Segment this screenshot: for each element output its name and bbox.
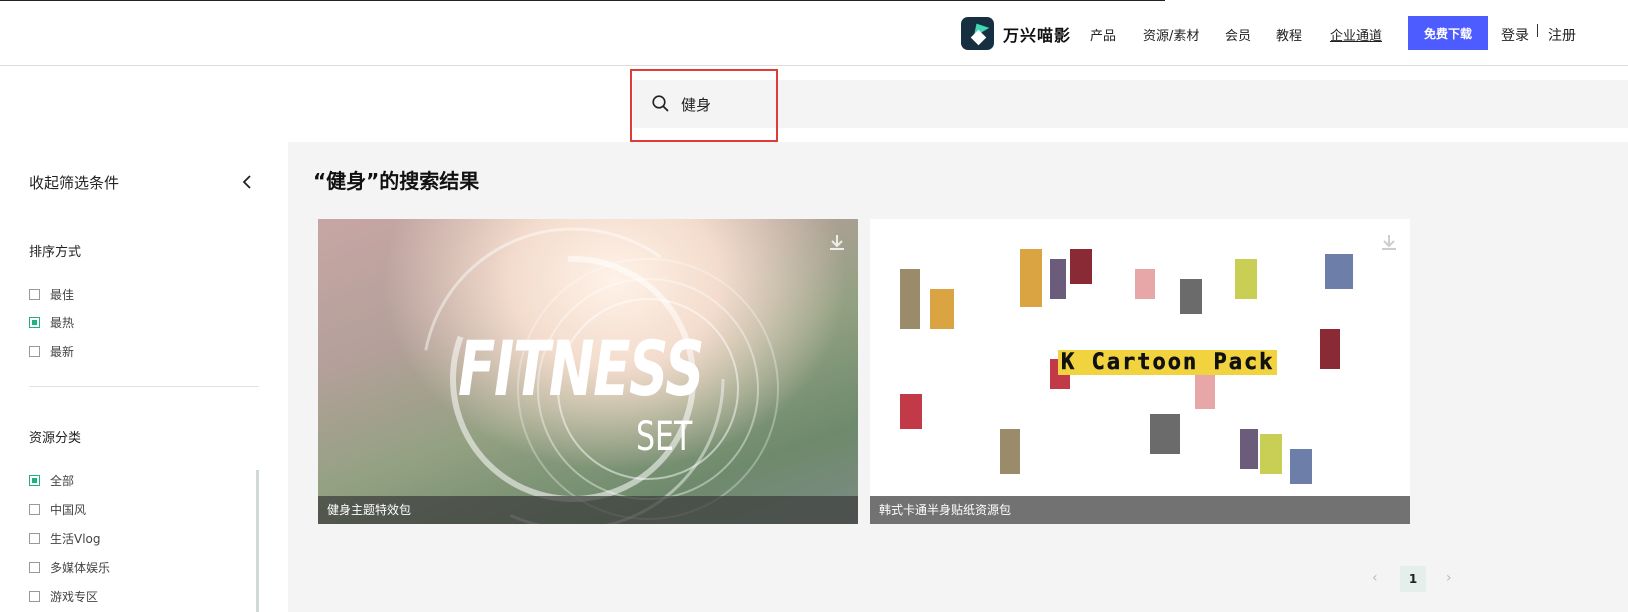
sort-option-label: 最佳 [50,288,75,302]
checkbox[interactable] [29,346,40,357]
checkbox[interactable] [29,562,40,573]
free-download-button[interactable]: 免费下载 [1408,16,1488,50]
category-option-label: 全部 [50,474,75,488]
download-icon[interactable] [1378,231,1400,253]
result-card-cartoon[interactable]: K Cartoon Pack 韩式卡通半身贴纸资源包 [870,219,1410,524]
top-border-line [0,0,1165,1]
checkbox[interactable] [29,591,40,602]
top-header [0,0,1628,66]
sidebar-scrollbar[interactable] [256,470,259,612]
checkbox[interactable] [29,533,40,544]
pagination-next-button[interactable]: › [1446,570,1452,586]
sort-option-label: 最热 [50,316,75,330]
nav-item-tutorials[interactable]: 教程 [1276,25,1302,44]
nav-item-products[interactable]: 产品 [1090,25,1116,44]
checkbox[interactable] [29,289,40,300]
brand-logo-icon [961,17,994,50]
chevron-left-icon[interactable] [240,174,254,190]
brand-name: 万兴喵影 [1003,25,1072,45]
category-option-label: 中国风 [50,503,87,517]
login-link[interactable]: 登录 [1501,25,1529,45]
card-caption: 健身主题特效包 [318,496,858,524]
sort-option-newest[interactable]: 最新 [29,343,74,360]
checkbox-checked[interactable] [29,317,40,328]
thumb-title: K Cartoon Pack [1058,350,1278,375]
download-icon[interactable] [826,231,848,253]
sort-option-best[interactable]: 最佳 [29,286,74,303]
brand[interactable]: 万兴喵影 [961,17,1071,50]
thumb-subtitle: SET [636,414,693,460]
category-option-all[interactable]: 全部 [29,472,74,489]
sort-section-title: 排序方式 [29,245,82,260]
sort-option-label: 最新 [50,345,75,359]
login-register-divider [1537,24,1538,37]
thumb-title: FITNESS [458,324,704,413]
sort-option-hottest[interactable]: 最热 [29,314,74,331]
register-link[interactable]: 注册 [1548,25,1576,45]
category-section-title: 资源分类 [29,431,82,446]
checkbox[interactable] [29,504,40,515]
category-option-gaming[interactable]: 游戏专区 [29,588,98,605]
card-thumbnail: K Cartoon Pack [870,219,1410,524]
card-thumbnail: FITNESS SET [318,219,858,524]
category-option-label: 游戏专区 [50,590,99,604]
results-title: “健身”的搜索结果 [313,169,480,193]
thumb-title-text: K Cartoon Pack [1058,350,1278,375]
category-option-label: 生活Vlog [50,532,101,546]
result-card-fitness[interactable]: FITNESS SET 健身主题特效包 [318,219,858,524]
nav-item-membership[interactable]: 会员 [1225,25,1251,44]
category-option-chinese-style[interactable]: 中国风 [29,501,86,518]
category-option-multimedia[interactable]: 多媒体娱乐 [29,559,110,576]
nav-item-enterprise[interactable]: 企业通道 [1330,25,1382,44]
annotation-highlight-box [630,69,778,142]
nav-item-resources[interactable]: 资源/素材 [1143,25,1199,44]
card-caption: 韩式卡通半身贴纸资源包 [870,496,1410,524]
collapse-filters-label[interactable]: 收起筛选条件 [29,172,119,193]
category-option-label: 多媒体娱乐 [50,561,111,575]
search-bar[interactable] [633,80,1628,128]
pagination-current-page[interactable]: 1 [1400,566,1426,592]
sidebar-divider [29,386,259,387]
category-option-life-vlog[interactable]: 生活Vlog [29,530,101,547]
pagination-prev-button[interactable]: ‹ [1372,570,1378,586]
checkbox-checked[interactable] [29,475,40,486]
